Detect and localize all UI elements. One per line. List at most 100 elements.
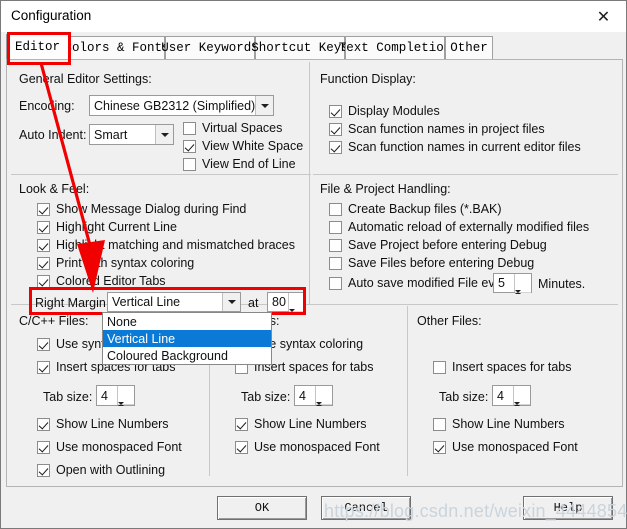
checkbox-box bbox=[37, 274, 50, 288]
tab-label: Colors & Fonts bbox=[64, 41, 170, 55]
tab-colors-and-fonts[interactable]: Colors & Fonts bbox=[64, 36, 170, 59]
checkbox-view-end-of-line[interactable]: View End of Line bbox=[183, 157, 296, 171]
cpp-tab-size-stepper[interactable]: 4 bbox=[96, 385, 135, 406]
dropdown-option-vertical-line[interactable]: Vertical Line bbox=[103, 330, 271, 347]
divider-vertical-top bbox=[309, 62, 310, 174]
checkbox-box bbox=[329, 202, 342, 216]
checkbox-label: Save Files before entering Debug bbox=[348, 256, 535, 270]
group-label-other-files: Other Files: bbox=[417, 314, 482, 328]
dropdown-option-coloured-background[interactable]: Coloured Background bbox=[103, 347, 271, 364]
checkbox-box bbox=[329, 238, 342, 252]
checkbox-box bbox=[37, 238, 50, 252]
tab-user-keywords[interactable]: User Keywords bbox=[161, 36, 259, 59]
group-label-look-and-feel: Look & Feel: bbox=[19, 182, 90, 196]
checkbox-box bbox=[37, 360, 50, 374]
right-margin-dropdown-list[interactable]: None Vertical Line Coloured Background bbox=[102, 312, 272, 365]
checkbox-save-files-before-debug[interactable]: Save Files before entering Debug bbox=[329, 256, 534, 270]
checkbox-box bbox=[235, 417, 248, 431]
checkbox-scan-function-names-in-current-editor-files[interactable]: Scan function names in current editor fi… bbox=[329, 140, 581, 154]
stepper-down-icon[interactable] bbox=[515, 292, 531, 311]
encoding-combobox[interactable]: Chinese GB2312 (Simplified) bbox=[89, 95, 274, 116]
auto-indent-value: Smart bbox=[94, 127, 128, 142]
checkbox-other-show-line-numbers[interactable]: Show Line Numbers bbox=[433, 417, 565, 431]
label-minutes: Minutes. bbox=[538, 277, 586, 291]
help-button[interactable]: Help bbox=[523, 496, 613, 520]
tab-editor[interactable]: Editor bbox=[6, 34, 69, 59]
checkbox-auto-save-modified-file[interactable]: Auto save modified File every bbox=[329, 276, 512, 290]
checkbox-print-with-syntax-coloring[interactable]: Print with syntax coloring bbox=[37, 256, 194, 270]
group-label-function-display: Function Display: bbox=[320, 72, 416, 86]
checkbox-cpp-open-with-outlining[interactable]: Open with Outlining bbox=[37, 463, 165, 477]
checkbox-label: Use monospaced Font bbox=[452, 440, 578, 454]
checkbox-box bbox=[433, 360, 446, 374]
checkbox-box bbox=[433, 440, 446, 454]
checkbox-label: Scan function names in project files bbox=[348, 122, 545, 136]
other-tab-size-stepper[interactable]: 4 bbox=[492, 385, 531, 406]
checkbox-box bbox=[329, 140, 342, 154]
chevron-down-icon[interactable] bbox=[222, 293, 240, 311]
group-label-cpp-files: C/C++ Files: bbox=[19, 314, 89, 328]
divider-vertical-middle bbox=[309, 174, 310, 304]
checkbox-other-use-monospaced-font[interactable]: Use monospaced Font bbox=[433, 440, 578, 454]
label-auto-indent: Auto Indent: bbox=[19, 128, 87, 142]
checkbox-label: Create Backup files (*.BAK) bbox=[348, 202, 502, 216]
checkbox-box bbox=[183, 139, 196, 153]
checkbox-highlight-matching-braces[interactable]: Highlight matching and mismatched braces bbox=[37, 238, 295, 252]
checkbox-asm-show-line-numbers[interactable]: Show Line Numbers bbox=[235, 417, 367, 431]
checkbox-cpp-show-line-numbers[interactable]: Show Line Numbers bbox=[37, 417, 169, 431]
tab-shortcut-keys[interactable]: Shortcut Keys bbox=[251, 36, 349, 59]
divider-vertical-cols-2 bbox=[407, 306, 408, 476]
checkbox-save-project-before-debug[interactable]: Save Project before entering Debug bbox=[329, 238, 547, 252]
label-asm-tab-size: Tab size: bbox=[241, 390, 291, 404]
auto-indent-combobox[interactable]: Smart bbox=[89, 124, 174, 145]
checkbox-show-message-dialog-during-find[interactable]: Show Message Dialog during Find bbox=[37, 202, 246, 216]
checkbox-virtual-spaces[interactable]: Virtual Spaces bbox=[183, 121, 282, 135]
checkbox-display-modules[interactable]: Display Modules bbox=[329, 104, 440, 118]
right-margin-column-value: 80 bbox=[272, 295, 286, 309]
label-other-tab-size: Tab size: bbox=[439, 390, 489, 404]
checkbox-label: Open with Outlining bbox=[56, 463, 166, 477]
chevron-down-icon[interactable] bbox=[255, 96, 273, 115]
dropdown-option-none[interactable]: None bbox=[103, 313, 271, 330]
checkbox-automatic-reload[interactable]: Automatic reload of externally modified … bbox=[329, 220, 589, 234]
chevron-down-icon[interactable] bbox=[155, 125, 173, 144]
checkbox-colored-editor-tabs[interactable]: Colored Editor Tabs bbox=[37, 274, 166, 288]
cancel-button-label: Cancel bbox=[344, 501, 388, 515]
checkbox-label: Insert spaces for tabs bbox=[452, 360, 572, 374]
checkbox-cpp-use-monospaced-font[interactable]: Use monospaced Font bbox=[37, 440, 182, 454]
tab-strip: Editor Colors & Fonts User Keywords Shor… bbox=[6, 34, 623, 60]
close-icon[interactable]: ✕ bbox=[581, 1, 626, 32]
title-bar: Configuration ✕ bbox=[1, 1, 626, 32]
stepper-down-icon[interactable] bbox=[289, 311, 305, 330]
cancel-button[interactable]: Cancel bbox=[321, 496, 411, 520]
stepper-buttons[interactable] bbox=[513, 386, 530, 405]
stepper-buttons[interactable] bbox=[117, 386, 134, 405]
checkbox-box bbox=[329, 276, 342, 290]
stepper-buttons[interactable] bbox=[315, 386, 332, 405]
window-title: Configuration bbox=[11, 8, 92, 23]
checkbox-box bbox=[235, 440, 248, 454]
stepper-buttons[interactable] bbox=[288, 293, 305, 312]
ok-button[interactable]: OK bbox=[217, 496, 307, 520]
checkbox-label: Show Line Numbers bbox=[254, 417, 367, 431]
checkbox-asm-use-monospaced-font[interactable]: Use monospaced Font bbox=[235, 440, 380, 454]
autosave-minutes-stepper[interactable]: 5 bbox=[493, 273, 532, 293]
checkbox-create-backup-files[interactable]: Create Backup files (*.BAK) bbox=[329, 202, 502, 216]
checkbox-scan-function-names-in-project-files[interactable]: Scan function names in project files bbox=[329, 122, 545, 136]
ok-button-label: OK bbox=[254, 501, 270, 515]
checkbox-box bbox=[37, 220, 50, 234]
right-margin-combobox[interactable]: Vertical Line bbox=[107, 292, 241, 312]
right-margin-value: Vertical Line bbox=[112, 295, 181, 309]
checkbox-view-white-space[interactable]: View White Space bbox=[183, 139, 303, 153]
tab-label: User Keywords bbox=[161, 41, 259, 55]
tab-other[interactable]: Other bbox=[445, 36, 493, 59]
checkbox-label: Use monospaced Font bbox=[56, 440, 182, 454]
checkbox-highlight-current-line[interactable]: Highlight Current Line bbox=[37, 220, 177, 234]
right-margin-column-stepper[interactable]: 80 bbox=[267, 292, 306, 312]
checkbox-box bbox=[37, 256, 50, 270]
tab-text-completion[interactable]: Text Completion bbox=[339, 36, 451, 59]
tab-label: Editor bbox=[14, 40, 60, 54]
checkbox-other-insert-spaces-for-tabs[interactable]: Insert spaces for tabs bbox=[433, 360, 572, 374]
asm-tab-size-stepper[interactable]: 4 bbox=[294, 385, 333, 406]
stepper-buttons[interactable] bbox=[514, 274, 531, 293]
